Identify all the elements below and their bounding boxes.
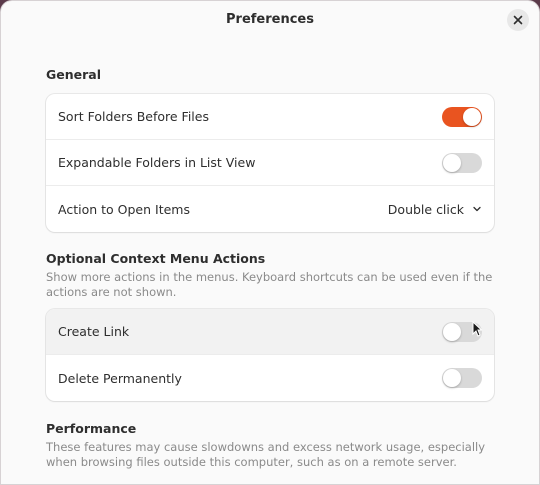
action-open-items-row[interactable]: Action to Open Items Double click [46, 186, 494, 232]
toggle-knob [443, 153, 461, 172]
performance-section-title: Performance [46, 421, 137, 436]
preferences-window: Preferences General Sort Folders Before … [0, 0, 540, 485]
expandable-folders-label: Expandable Folders in List View [58, 155, 256, 170]
context-menu-description: Show more actions in the menus. Keyboard… [46, 270, 493, 299]
title-bar: Preferences [1, 1, 539, 41]
mouse-pointer-icon [472, 321, 482, 337]
window-title: Preferences [226, 12, 314, 27]
expandable-folders-row: Expandable Folders in List View [46, 140, 494, 186]
delete-permanently-toggle[interactable] [442, 368, 482, 388]
delete-permanently-label: Delete Permanently [58, 370, 182, 386]
toggle-knob [463, 107, 481, 126]
dropdown-value: Double click [387, 201, 464, 217]
create-link-label: Create Link [58, 324, 130, 339]
chevron-down-icon [473, 206, 481, 212]
sort-folders-row: Sort Folders Before Files [46, 94, 494, 140]
toggle-knob [443, 369, 461, 387]
close-icon [513, 15, 523, 25]
sort-folders-label: Sort Folders Before Files [58, 109, 209, 124]
general-section-title: General [46, 67, 101, 82]
general-card: Sort Folders Before Files Expandable Fol… [46, 94, 494, 232]
create-link-row: Create Link [46, 309, 494, 355]
delete-permanently-row: Delete Permanently [46, 355, 494, 401]
expandable-folders-toggle[interactable] [442, 152, 482, 173]
action-open-items-label: Action to Open Items [58, 201, 190, 217]
context-menu-card: Create Link Delete Permanently [46, 309, 494, 401]
close-button[interactable] [507, 9, 529, 31]
toggle-knob [443, 322, 461, 341]
sort-folders-toggle[interactable] [442, 106, 482, 127]
performance-description: These features may cause slowdowns and e… [46, 440, 486, 469]
context-menu-section-title: Optional Context Menu Actions [46, 251, 266, 266]
action-open-items-dropdown[interactable]: Double click [388, 202, 482, 217]
